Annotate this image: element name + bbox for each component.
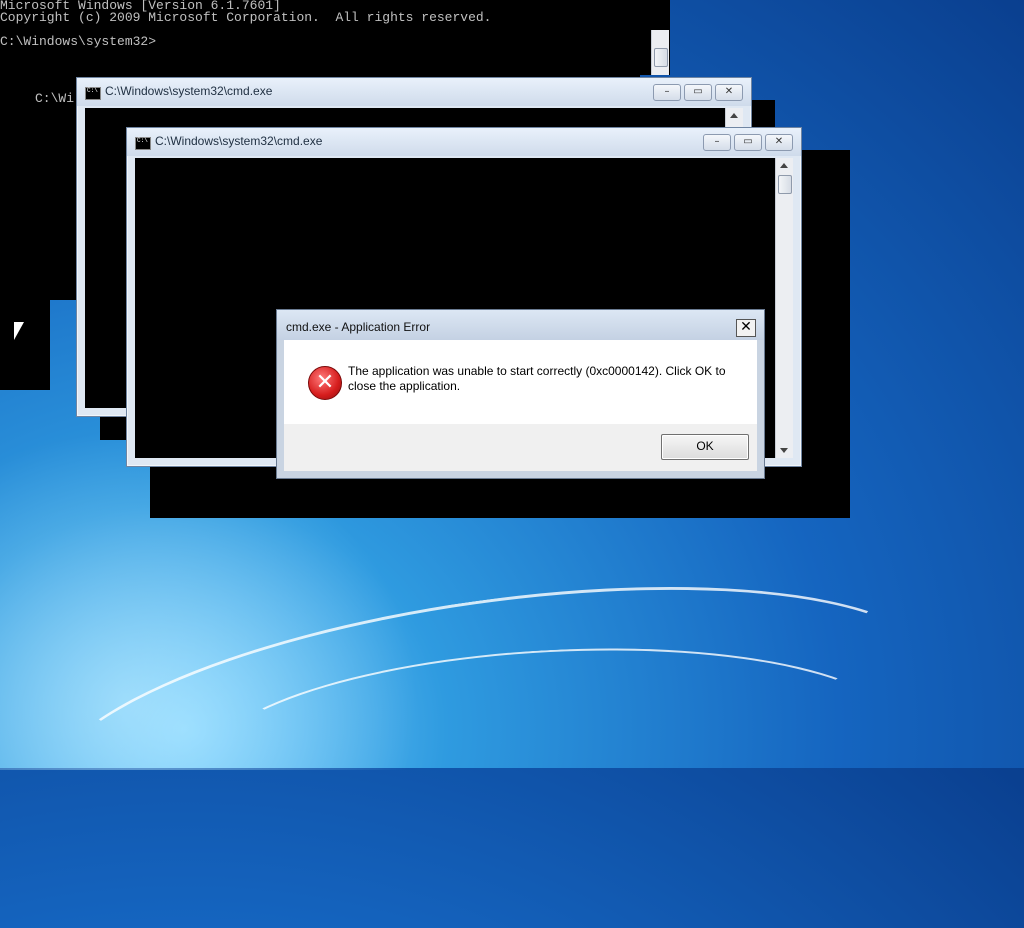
scroll-up-icon[interactable] (780, 163, 788, 168)
close-button[interactable]: ✕ (715, 84, 743, 101)
scrollbar-thumb[interactable] (778, 175, 792, 194)
console-partial-prompt: C:\Wi (35, 91, 75, 106)
console-line-2: Copyright (c) 2009 Microsoft Corporation… (0, 10, 492, 25)
dialog-footer: OK (284, 424, 757, 471)
maximize-button[interactable]: ▭ (734, 134, 762, 151)
error-icon: ✕ (308, 366, 342, 400)
application-error-dialog[interactable]: cmd.exe - Application Error ✕ ✕ The appl… (276, 309, 765, 479)
console-line-4: C:\Windows\system32> (0, 34, 157, 49)
background-scrollbar[interactable] (651, 30, 669, 75)
vertical-scrollbar[interactable] (775, 158, 793, 458)
scroll-down-icon[interactable] (780, 448, 788, 453)
dialog-close-button[interactable]: ✕ (736, 319, 756, 337)
ok-button[interactable]: OK (661, 434, 749, 460)
minimize-button[interactable]: – (703, 134, 731, 151)
close-button[interactable]: ✕ (765, 134, 793, 151)
cmd-icon (85, 87, 101, 100)
mouse-pointer-icon (14, 322, 24, 340)
scrollbar-thumb[interactable] (654, 48, 668, 67)
window-title: C:\Windows\system32\cmd.exe (155, 134, 323, 148)
error-message: The application was unable to start corr… (348, 364, 726, 393)
dialog-body: ✕ The application was unable to start co… (284, 340, 757, 424)
maximize-button[interactable]: ▭ (684, 84, 712, 101)
scroll-up-icon[interactable] (730, 113, 738, 118)
cmd-icon (135, 137, 151, 150)
console-fragment (0, 300, 50, 390)
dialog-title: cmd.exe - Application Error (286, 320, 431, 334)
window-title: C:\Windows\system32\cmd.exe (105, 84, 273, 98)
minimize-button[interactable]: – (653, 84, 681, 101)
